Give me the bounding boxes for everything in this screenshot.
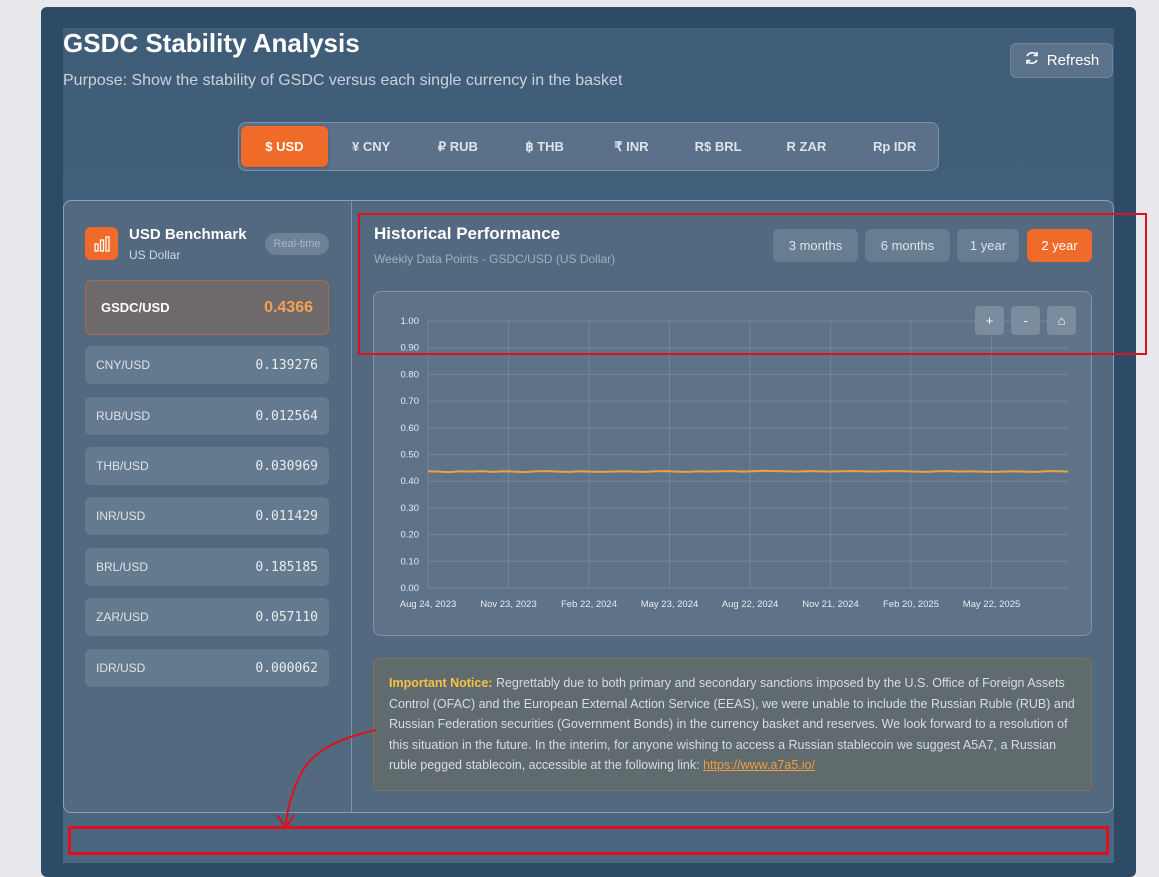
annotation-arrow (276, 729, 377, 830)
